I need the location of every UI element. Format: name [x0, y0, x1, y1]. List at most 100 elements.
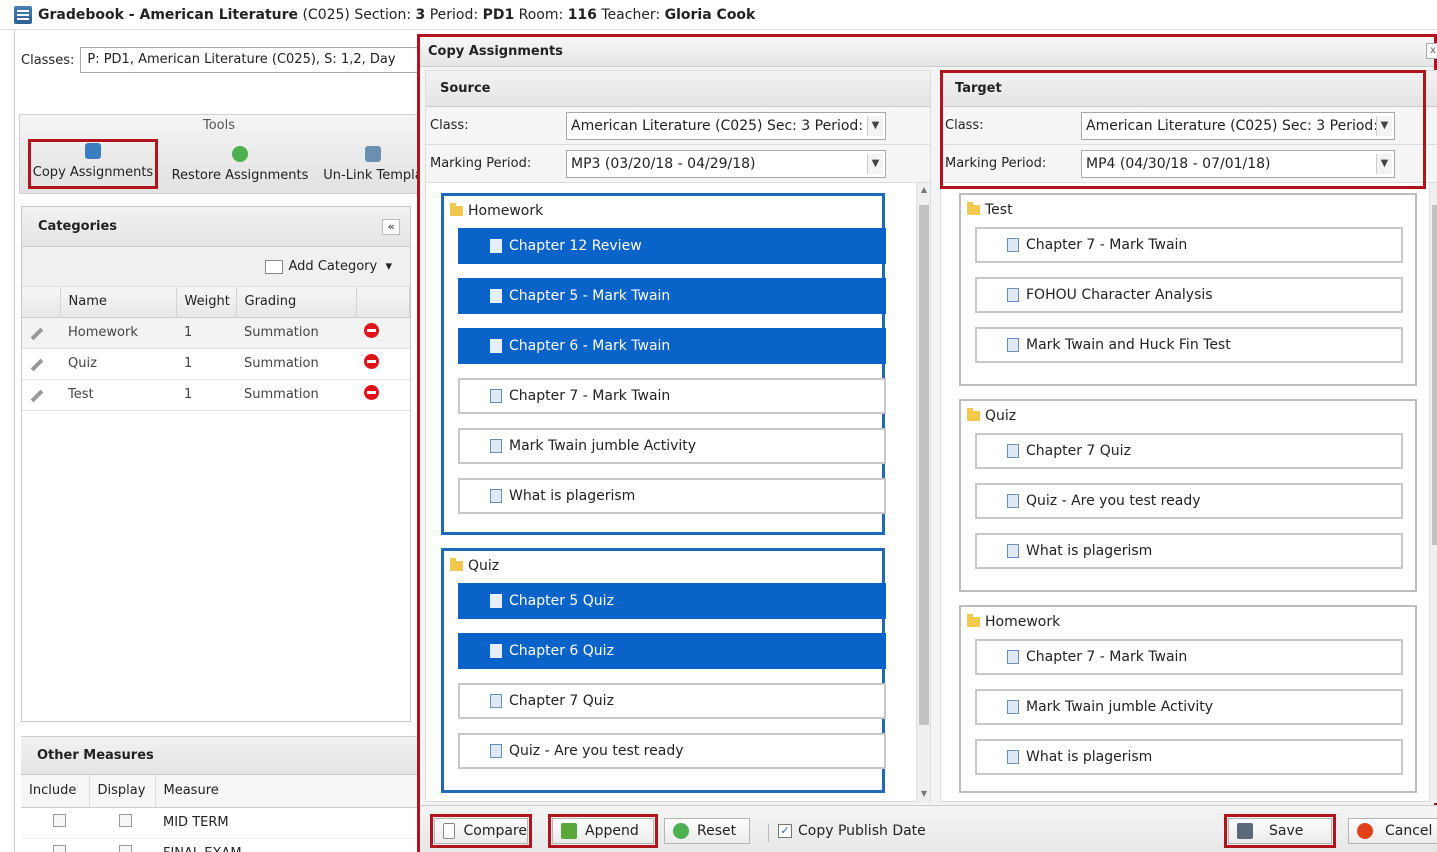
compare-button[interactable]: Compare — [430, 814, 532, 848]
assignment-label: FOHOU Character Analysis — [1026, 287, 1213, 303]
column-header-name[interactable]: Name — [60, 287, 177, 318]
assignment-item[interactable]: Mark Twain jumble Activity — [975, 689, 1403, 725]
source-class-select[interactable]: American Literature (C025) Sec: 3 Period… — [566, 111, 886, 140]
copy-publish-date-checkbox[interactable]: ✓ Copy Publish Date — [778, 823, 926, 839]
delete-icon[interactable] — [364, 385, 379, 400]
unlink-template-button[interactable]: Un-Link Templa — [318, 139, 428, 189]
group-title: Test — [961, 195, 1415, 225]
assignment-item[interactable]: Chapter 7 Quiz — [975, 433, 1403, 469]
assignment-item[interactable]: Quiz - Are you test ready — [975, 483, 1403, 519]
tools-toolbar: Tools Copy Assignments Restore Assignmen… — [19, 114, 423, 194]
source-pane: Source Class: American Literature (C025)… — [425, 70, 931, 803]
restore-assignments-button[interactable]: Restore Assignments — [170, 139, 310, 189]
chevron-down-icon[interactable]: ▼ — [1376, 153, 1392, 174]
source-marking-period-select[interactable]: MP3 (03/20/18 - 04/29/18) ▼ — [566, 149, 886, 178]
append-button[interactable]: Append — [548, 814, 658, 848]
target-scrollbar[interactable] — [1429, 183, 1437, 803]
assignment-item[interactable]: Chapter 12 Review — [458, 228, 886, 264]
table-row[interactable]: Test 1 Summation — [22, 379, 410, 411]
other-measures-panel: Other Measures Include Display Measure M… — [21, 736, 419, 852]
display-checkbox[interactable] — [119, 814, 132, 827]
assignment-item[interactable]: Chapter 7 - Mark Twain — [975, 639, 1403, 675]
chevron-down-icon[interactable]: ▼ — [867, 153, 883, 174]
assignment-label: Mark Twain jumble Activity — [1026, 699, 1214, 715]
table-row: FINAL EXAM — [21, 838, 419, 852]
assignment-label: Quiz - Are you test ready — [1026, 493, 1201, 509]
copy-assignments-button[interactable]: Copy Assignments — [28, 139, 158, 189]
scroll-thumb[interactable] — [919, 205, 929, 725]
group-name: Quiz — [468, 558, 500, 574]
checkmark-icon[interactable]: ✓ — [778, 824, 792, 838]
scroll-down-icon[interactable]: ▼ — [919, 789, 929, 799]
delete-icon[interactable] — [364, 354, 379, 369]
document-icon — [1007, 444, 1019, 458]
unlink-template-label: Un-Link Templa — [323, 168, 423, 183]
scroll-thumb[interactable] — [1432, 205, 1437, 545]
title-section-label: Section: — [354, 6, 412, 23]
reset-button[interactable]: Reset — [664, 818, 750, 844]
target-marking-period-value: MP4 (04/30/18 - 07/01/18) — [1086, 155, 1271, 172]
scroll-up-icon[interactable]: ▲ — [919, 185, 929, 195]
include-checkbox[interactable] — [53, 814, 66, 827]
include-checkbox[interactable] — [53, 845, 66, 852]
assignment-item[interactable]: Chapter 7 - Mark Twain — [975, 227, 1403, 263]
column-header-include[interactable]: Include — [21, 775, 90, 808]
title-bar: Gradebook - American Literature (C025) S… — [0, 0, 1437, 30]
target-assignment-list[interactable]: Test Chapter 7 - Mark Twain FOHOU Charac… — [941, 183, 1437, 803]
pencil-icon[interactable] — [30, 327, 44, 341]
copy-assignments-dialog: Copy Assignments x Source Class: America… — [417, 34, 1437, 852]
close-icon[interactable]: x — [1426, 43, 1437, 59]
target-marking-period-select[interactable]: MP4 (04/30/18 - 07/01/18) ▼ — [1081, 149, 1395, 178]
assignment-item[interactable]: What is plagerism — [975, 533, 1403, 569]
source-title: Source — [426, 71, 930, 107]
add-category-caret-icon[interactable]: ▾ — [385, 259, 392, 274]
assignment-item[interactable]: Chapter 6 Quiz — [458, 633, 886, 669]
assignment-item[interactable]: Mark Twain and Huck Fin Test — [975, 327, 1403, 363]
assignment-item[interactable]: Chapter 7 Quiz — [458, 683, 886, 719]
assignment-item[interactable]: Chapter 7 - Mark Twain — [458, 378, 886, 414]
assignment-label: Chapter 7 - Mark Twain — [1026, 237, 1188, 253]
assignment-label: Chapter 7 Quiz — [1026, 443, 1131, 459]
assignment-item[interactable]: Quiz - Are you test ready — [458, 733, 886, 769]
title-room: 116 — [567, 6, 597, 23]
column-header-display[interactable]: Display — [89, 775, 156, 808]
document-icon — [1007, 338, 1019, 352]
source-class-value: American Literature (C025) Sec: 3 Period… — [571, 117, 864, 134]
column-header-weight[interactable]: Weight — [176, 287, 237, 318]
display-checkbox[interactable] — [119, 845, 132, 852]
chevron-down-icon[interactable]: ▼ — [1376, 115, 1392, 136]
delete-icon[interactable] — [364, 323, 379, 338]
assignment-item[interactable]: What is plagerism — [458, 478, 886, 514]
assignment-item[interactable]: What is plagerism — [975, 739, 1403, 775]
copy-assignments-label: Copy Assignments — [32, 165, 154, 180]
assignment-item[interactable]: Chapter 5 - Mark Twain — [458, 278, 886, 314]
source-class-row: Class: American Literature (C025) Sec: 3… — [426, 107, 930, 145]
column-header-grading[interactable]: Grading — [236, 287, 357, 318]
assignment-item[interactable]: FOHOU Character Analysis — [975, 277, 1403, 313]
classes-select[interactable]: P: PD1, American Literature (C025), S: 1… — [80, 47, 419, 73]
title-section: 3 — [415, 6, 426, 23]
other-measures-table: Include Display Measure MID TERM FINAL E… — [21, 775, 419, 852]
table-row[interactable]: Quiz 1 Summation — [22, 348, 410, 380]
collapse-icon[interactable]: « — [382, 219, 400, 235]
document-icon — [490, 239, 502, 253]
source-scrollbar[interactable]: ▲ ▼ — [916, 183, 930, 803]
save-button[interactable]: Save — [1224, 814, 1336, 848]
pencil-icon[interactable] — [30, 358, 44, 372]
target-class-value: American Literature (C025) Sec: 3 Period… — [1086, 117, 1379, 134]
delete-cell — [356, 317, 410, 349]
assignment-item[interactable]: Chapter 5 Quiz — [458, 583, 886, 619]
assignment-item[interactable]: Chapter 6 - Mark Twain — [458, 328, 886, 364]
column-header-measure[interactable]: Measure — [155, 775, 419, 808]
table-row[interactable]: Homework 1 Summation — [22, 317, 410, 349]
source-assignment-list[interactable]: Homework Chapter 12 Review Chapter 5 - M… — [426, 183, 930, 803]
pencil-icon[interactable] — [30, 389, 44, 403]
assignment-label: Chapter 6 - Mark Twain — [509, 338, 671, 354]
cancel-button[interactable]: Cancel — [1348, 818, 1437, 844]
add-category-button[interactable]: Add Category ▾ — [22, 247, 410, 287]
title-period-label: Period: — [429, 6, 479, 23]
chevron-down-icon[interactable]: ▼ — [867, 115, 883, 136]
target-class-select[interactable]: American Literature (C025) Sec: 3 Period… — [1081, 111, 1395, 140]
document-icon — [490, 694, 502, 708]
assignment-item[interactable]: Mark Twain jumble Activity — [458, 428, 886, 464]
